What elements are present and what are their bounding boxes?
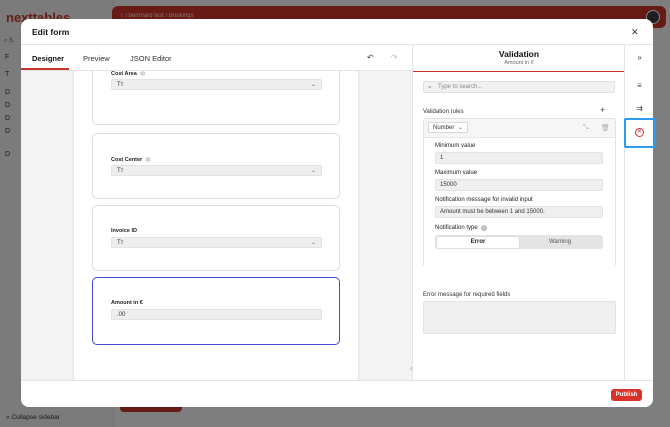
- chevron-down-icon: ⌄: [457, 125, 463, 131]
- notification-type-label: Notification type i: [435, 225, 487, 231]
- notification-option-warning[interactable]: Warning: [519, 237, 601, 248]
- publish-button[interactable]: Publish: [611, 389, 642, 401]
- designer-area: Designer Preview JSON Editor ↶ ↷ Cost Ar…: [21, 45, 412, 380]
- double-chevron-right-icon[interactable]: »: [625, 53, 653, 62]
- edit-form-modal: Edit form ✕ Designer Preview JSON Editor…: [21, 19, 653, 407]
- panel-header: Validation Amount in €: [413, 45, 625, 72]
- form-canvas: Cost Area ✻ Tт ⌄ Cost Center ✻ Tт ⌄ Invoice …: [21, 71, 412, 380]
- gear-icon[interactable]: ✻: [140, 71, 147, 78]
- field-label: Invoice ID: [111, 228, 137, 234]
- min-value-label: Minimum value: [435, 143, 476, 149]
- info-icon[interactable]: i: [480, 225, 487, 231]
- add-rule-icon[interactable]: +: [600, 105, 605, 115]
- field-label: Amount in €: [111, 300, 143, 306]
- collapse-rule-icon[interactable]: ⤡: [583, 124, 589, 132]
- form-field-cost-area[interactable]: Cost Area ✻ Tт ⌄: [92, 71, 340, 125]
- min-value-input[interactable]: 1: [435, 152, 603, 164]
- chevron-down-icon: ⌄: [310, 240, 316, 246]
- designer-tabs: Designer Preview JSON Editor ↶ ↷: [21, 45, 412, 71]
- modal-title: Edit form: [32, 27, 70, 37]
- rule-card: Number ⌄ ⤡ 🗑 Minimum value 1 Maximum valu…: [423, 118, 616, 267]
- highlight-annotation: [624, 118, 656, 148]
- required-message-textarea[interactable]: [423, 301, 616, 334]
- validation-rules-label: Validation rules: [423, 109, 464, 115]
- field-select[interactable]: Tт ⌄: [111, 165, 322, 176]
- gear-icon[interactable]: ✻: [145, 156, 152, 164]
- max-value-input[interactable]: 15000: [435, 179, 603, 191]
- panel-subtitle: Amount in €: [504, 60, 534, 66]
- active-tab-indicator: [21, 68, 69, 70]
- validation-panel: Validation Amount in € ⌕ Type to search.…: [412, 45, 625, 380]
- chevron-down-icon: ⌄: [310, 168, 316, 174]
- field-select[interactable]: Tт ⌄: [111, 237, 322, 248]
- form-field-invoice-id[interactable]: Invoice ID Tт ⌄: [92, 205, 340, 271]
- form-field-amount[interactable]: Amount in € .00: [92, 277, 340, 345]
- modal-footer: Publish: [21, 380, 653, 407]
- list-icon[interactable]: ≡: [625, 81, 653, 90]
- tab-json-editor[interactable]: JSON Editor: [130, 54, 172, 63]
- form-paper: Cost Area ✻ Tт ⌄ Cost Center ✻ Tт ⌄ Invoice …: [74, 71, 358, 380]
- notification-option-error[interactable]: Error: [437, 236, 519, 248]
- trash-icon[interactable]: 🗑: [601, 124, 610, 132]
- field-label: Cost Center ✻: [111, 156, 152, 164]
- tab-preview[interactable]: Preview: [83, 54, 110, 63]
- required-message-label: Error message for required fields: [423, 292, 511, 298]
- invalid-message-input[interactable]: Amount must be between 1 and 15000.: [435, 206, 603, 218]
- redo-icon[interactable]: ↷: [391, 53, 398, 62]
- rule-body: Minimum value 1 Maximum value 15000 Noti…: [424, 137, 615, 267]
- tab-designer[interactable]: Designer: [32, 54, 64, 63]
- close-icon[interactable]: ✕: [631, 27, 639, 38]
- max-value-label: Maximum value: [435, 170, 478, 176]
- panel-icon-rail: » ≡ ⇉ ✕: [624, 45, 653, 380]
- field-select[interactable]: Tт ⌄: [111, 79, 322, 90]
- panel-search-input[interactable]: ⌕ Type to search...: [423, 81, 615, 93]
- form-field-cost-center[interactable]: Cost Center ✻ Tт ⌄: [92, 133, 340, 199]
- invalid-message-label: Notification message for invalid input: [435, 197, 533, 203]
- notification-type-toggle: Error Warning: [435, 235, 603, 249]
- logic-icon[interactable]: ⇉: [625, 104, 653, 113]
- search-icon: ⌕: [428, 84, 432, 91]
- panel-title: Validation: [498, 49, 540, 59]
- rule-type-select[interactable]: Number ⌄: [428, 122, 468, 133]
- chevron-down-icon: ⌄: [310, 82, 316, 88]
- amount-input[interactable]: .00: [111, 309, 322, 320]
- undo-icon[interactable]: ↶: [367, 53, 374, 62]
- field-label: Cost Area ✻: [111, 71, 147, 78]
